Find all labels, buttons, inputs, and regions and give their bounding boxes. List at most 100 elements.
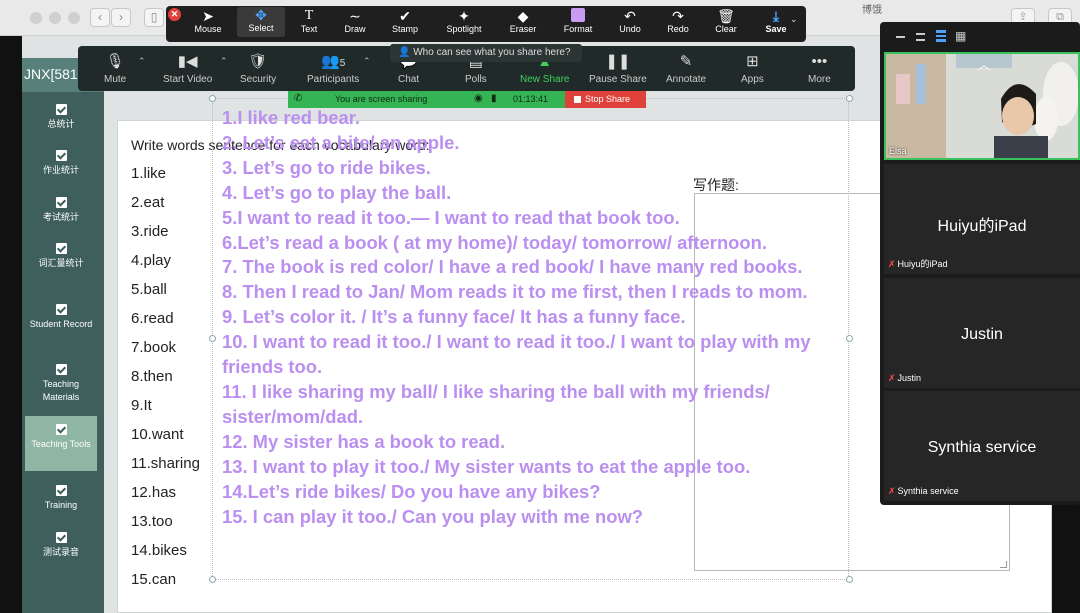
draw-icon: ∼ bbox=[349, 8, 361, 24]
sidebar-toggle-button[interactable]: ▯ bbox=[144, 8, 164, 27]
annotation-text-block[interactable]: 1.I like red bear. 2. Let’s eat a bite/ … bbox=[222, 106, 842, 529]
sidebar-item-exam-stats[interactable]: 考试统计 bbox=[25, 197, 97, 224]
checkbox-icon bbox=[55, 150, 67, 161]
mic-muted-icon: ✗ bbox=[888, 373, 896, 383]
vocab-word: 7.book bbox=[131, 339, 177, 356]
checkbox-icon bbox=[55, 104, 67, 115]
move-icon: ✥ bbox=[255, 7, 267, 23]
format-color-icon bbox=[571, 8, 585, 22]
resize-handle[interactable] bbox=[209, 335, 216, 342]
tool-eraser[interactable]: ◆ Eraser bbox=[499, 8, 547, 34]
resize-handle[interactable] bbox=[209, 576, 216, 583]
tool-draw[interactable]: ∼ Draw bbox=[331, 8, 379, 34]
mute-button[interactable]: 🎙 Mute bbox=[104, 53, 126, 85]
tool-stamp[interactable]: ✔ Stamp bbox=[381, 8, 429, 34]
share-visibility-tooltip[interactable]: 👤 Who can see what you share here? bbox=[390, 44, 582, 62]
tool-redo[interactable]: ↷ Redo bbox=[654, 8, 702, 34]
sidebar-item-student-record[interactable]: Student Record bbox=[25, 304, 97, 331]
vocab-word: 4.play bbox=[131, 252, 172, 269]
tool-format[interactable]: Format bbox=[554, 8, 602, 34]
checkbox-icon bbox=[55, 197, 67, 208]
resize-handle[interactable] bbox=[209, 95, 216, 102]
gallery-view-icon[interactable]: ▦ bbox=[955, 29, 966, 43]
video-tile-huiyu[interactable]: Huiyu的iPad ✗ Huiyu的iPad bbox=[884, 164, 1080, 274]
vocab-word: 15.can bbox=[131, 571, 177, 588]
eraser-icon: ◆ bbox=[517, 8, 529, 24]
sidebar-item-teaching-materials[interactable]: Teaching Materials bbox=[25, 364, 97, 404]
apps-button[interactable]: ⊞ Apps bbox=[741, 53, 764, 85]
sidebar-item-training[interactable]: Training bbox=[25, 485, 97, 512]
annotation-line: 9. Let’s color it. / It’s a funny face/ … bbox=[222, 306, 686, 328]
tool-text[interactable]: T Text bbox=[285, 8, 333, 34]
video-off-icon: ▮◀ bbox=[177, 53, 198, 70]
stop-share-button[interactable]: Stop Share bbox=[565, 91, 646, 108]
participant-label: Synthia service bbox=[897, 486, 959, 496]
participants-options-caret-icon[interactable]: ⌃ bbox=[363, 56, 371, 67]
minimize-icon[interactable] bbox=[896, 36, 905, 38]
people-icon: 👤 bbox=[398, 47, 414, 58]
vocab-word: 13.too bbox=[131, 513, 173, 530]
sidebar: 总统计 作业统计 考试统计 词汇量统计 Student Record Teach… bbox=[22, 92, 104, 613]
annotation-line: 1.I like red bear. bbox=[222, 107, 361, 128]
start-video-button[interactable]: ▮◀ Start Video bbox=[163, 53, 212, 85]
annotate-button[interactable]: ✎ Annotate bbox=[666, 53, 706, 85]
stamp-icon: ✔ bbox=[399, 8, 411, 24]
chevron-up-icon[interactable]: ︿ bbox=[978, 56, 990, 73]
zoom-window-button[interactable] bbox=[68, 12, 80, 24]
forward-button[interactable]: › bbox=[111, 8, 131, 27]
more-button[interactable]: ••• More bbox=[808, 53, 831, 85]
strip-view-icon[interactable] bbox=[916, 33, 925, 41]
resize-handle[interactable] bbox=[846, 335, 853, 342]
video-tile-justin[interactable]: Justin ✗ Justin bbox=[884, 278, 1080, 388]
sidebar-item-homework-stats[interactable]: 作业统计 bbox=[25, 150, 97, 177]
sidebar-item-vocab-stats[interactable]: 词汇量统计 bbox=[25, 243, 97, 270]
tool-spotlight[interactable]: ✦ Spotlight bbox=[440, 8, 488, 34]
mute-options-caret-icon[interactable]: ⌃ bbox=[138, 56, 146, 67]
meeting-timer: 01:13:41 bbox=[513, 94, 549, 104]
video-tile-synthia[interactable]: Synthia service ✗ Synthia service bbox=[884, 391, 1080, 501]
trash-icon: 🗑 bbox=[717, 8, 735, 24]
back-button[interactable]: ‹ bbox=[90, 8, 110, 27]
pause-icon: ❚❚ bbox=[605, 53, 631, 70]
annotation-line: 4. Let’s go to play the ball. bbox=[222, 181, 452, 203]
forward-icon: › bbox=[119, 10, 123, 24]
annotation-line: 13. I want to play it too./ My sister wa… bbox=[222, 455, 751, 477]
pencil-icon: ✎ bbox=[679, 53, 693, 70]
sidebar-item-teaching-tools[interactable]: Teaching Tools bbox=[25, 416, 97, 471]
vocab-word: 5.ball bbox=[131, 281, 167, 298]
tool-mouse[interactable]: ➤ Mouse bbox=[184, 8, 232, 34]
screen-edge-left bbox=[0, 36, 22, 613]
vocab-word: 8.then bbox=[131, 368, 173, 385]
close-annotate-icon[interactable]: ✕ bbox=[168, 8, 181, 21]
resize-handle[interactable] bbox=[846, 576, 853, 583]
annotation-line: 6.Let’s read a book ( at my home)/ today… bbox=[222, 231, 767, 253]
annotation-line: 10. I want to read it too./ I want to re… bbox=[222, 331, 811, 378]
tool-undo[interactable]: ↶ Undo bbox=[606, 8, 654, 34]
video-options-caret-icon[interactable]: ⌃ bbox=[220, 56, 228, 67]
resize-handle[interactable] bbox=[846, 95, 853, 102]
annotation-line: 5.I want to read it too.— I want to read… bbox=[222, 206, 680, 228]
sidebar-item-test-recording[interactable]: 测试录音 bbox=[25, 532, 97, 559]
minimize-window-button[interactable] bbox=[49, 12, 61, 24]
speaker-view-icon[interactable] bbox=[936, 30, 946, 42]
video-tile-elsa[interactable]: Elsa ︿ bbox=[884, 52, 1080, 160]
signal-icon: ▮ bbox=[491, 93, 497, 104]
pause-share-button[interactable]: ❚❚ Pause Share bbox=[589, 53, 647, 85]
vocab-word: 10.want bbox=[131, 426, 184, 443]
vocab-word: 1.like bbox=[131, 165, 167, 182]
phone-icon: ✆ bbox=[294, 93, 303, 104]
checkbox-icon bbox=[55, 485, 67, 496]
tool-select[interactable]: ✥ Select bbox=[237, 7, 285, 37]
tool-clear[interactable]: 🗑 Clear bbox=[702, 8, 750, 34]
close-window-button[interactable] bbox=[30, 12, 42, 24]
participant-name: Synthia service bbox=[927, 439, 1037, 456]
checkbox-icon bbox=[55, 243, 67, 254]
security-button[interactable]: 🛡 Security bbox=[240, 53, 276, 85]
save-options-caret-icon[interactable]: ⌄ bbox=[790, 14, 798, 25]
security-status-icon: ◉ bbox=[474, 93, 483, 104]
sidebar-item-total-stats[interactable]: 总统计 bbox=[25, 104, 97, 131]
annotation-line: 2. Let’s eat a bite/ an apple. bbox=[222, 131, 460, 153]
participants-button[interactable]: 👥5 Participants bbox=[307, 53, 359, 85]
mic-muted-icon: ✗ bbox=[888, 486, 896, 496]
back-icon: ‹ bbox=[98, 10, 102, 24]
